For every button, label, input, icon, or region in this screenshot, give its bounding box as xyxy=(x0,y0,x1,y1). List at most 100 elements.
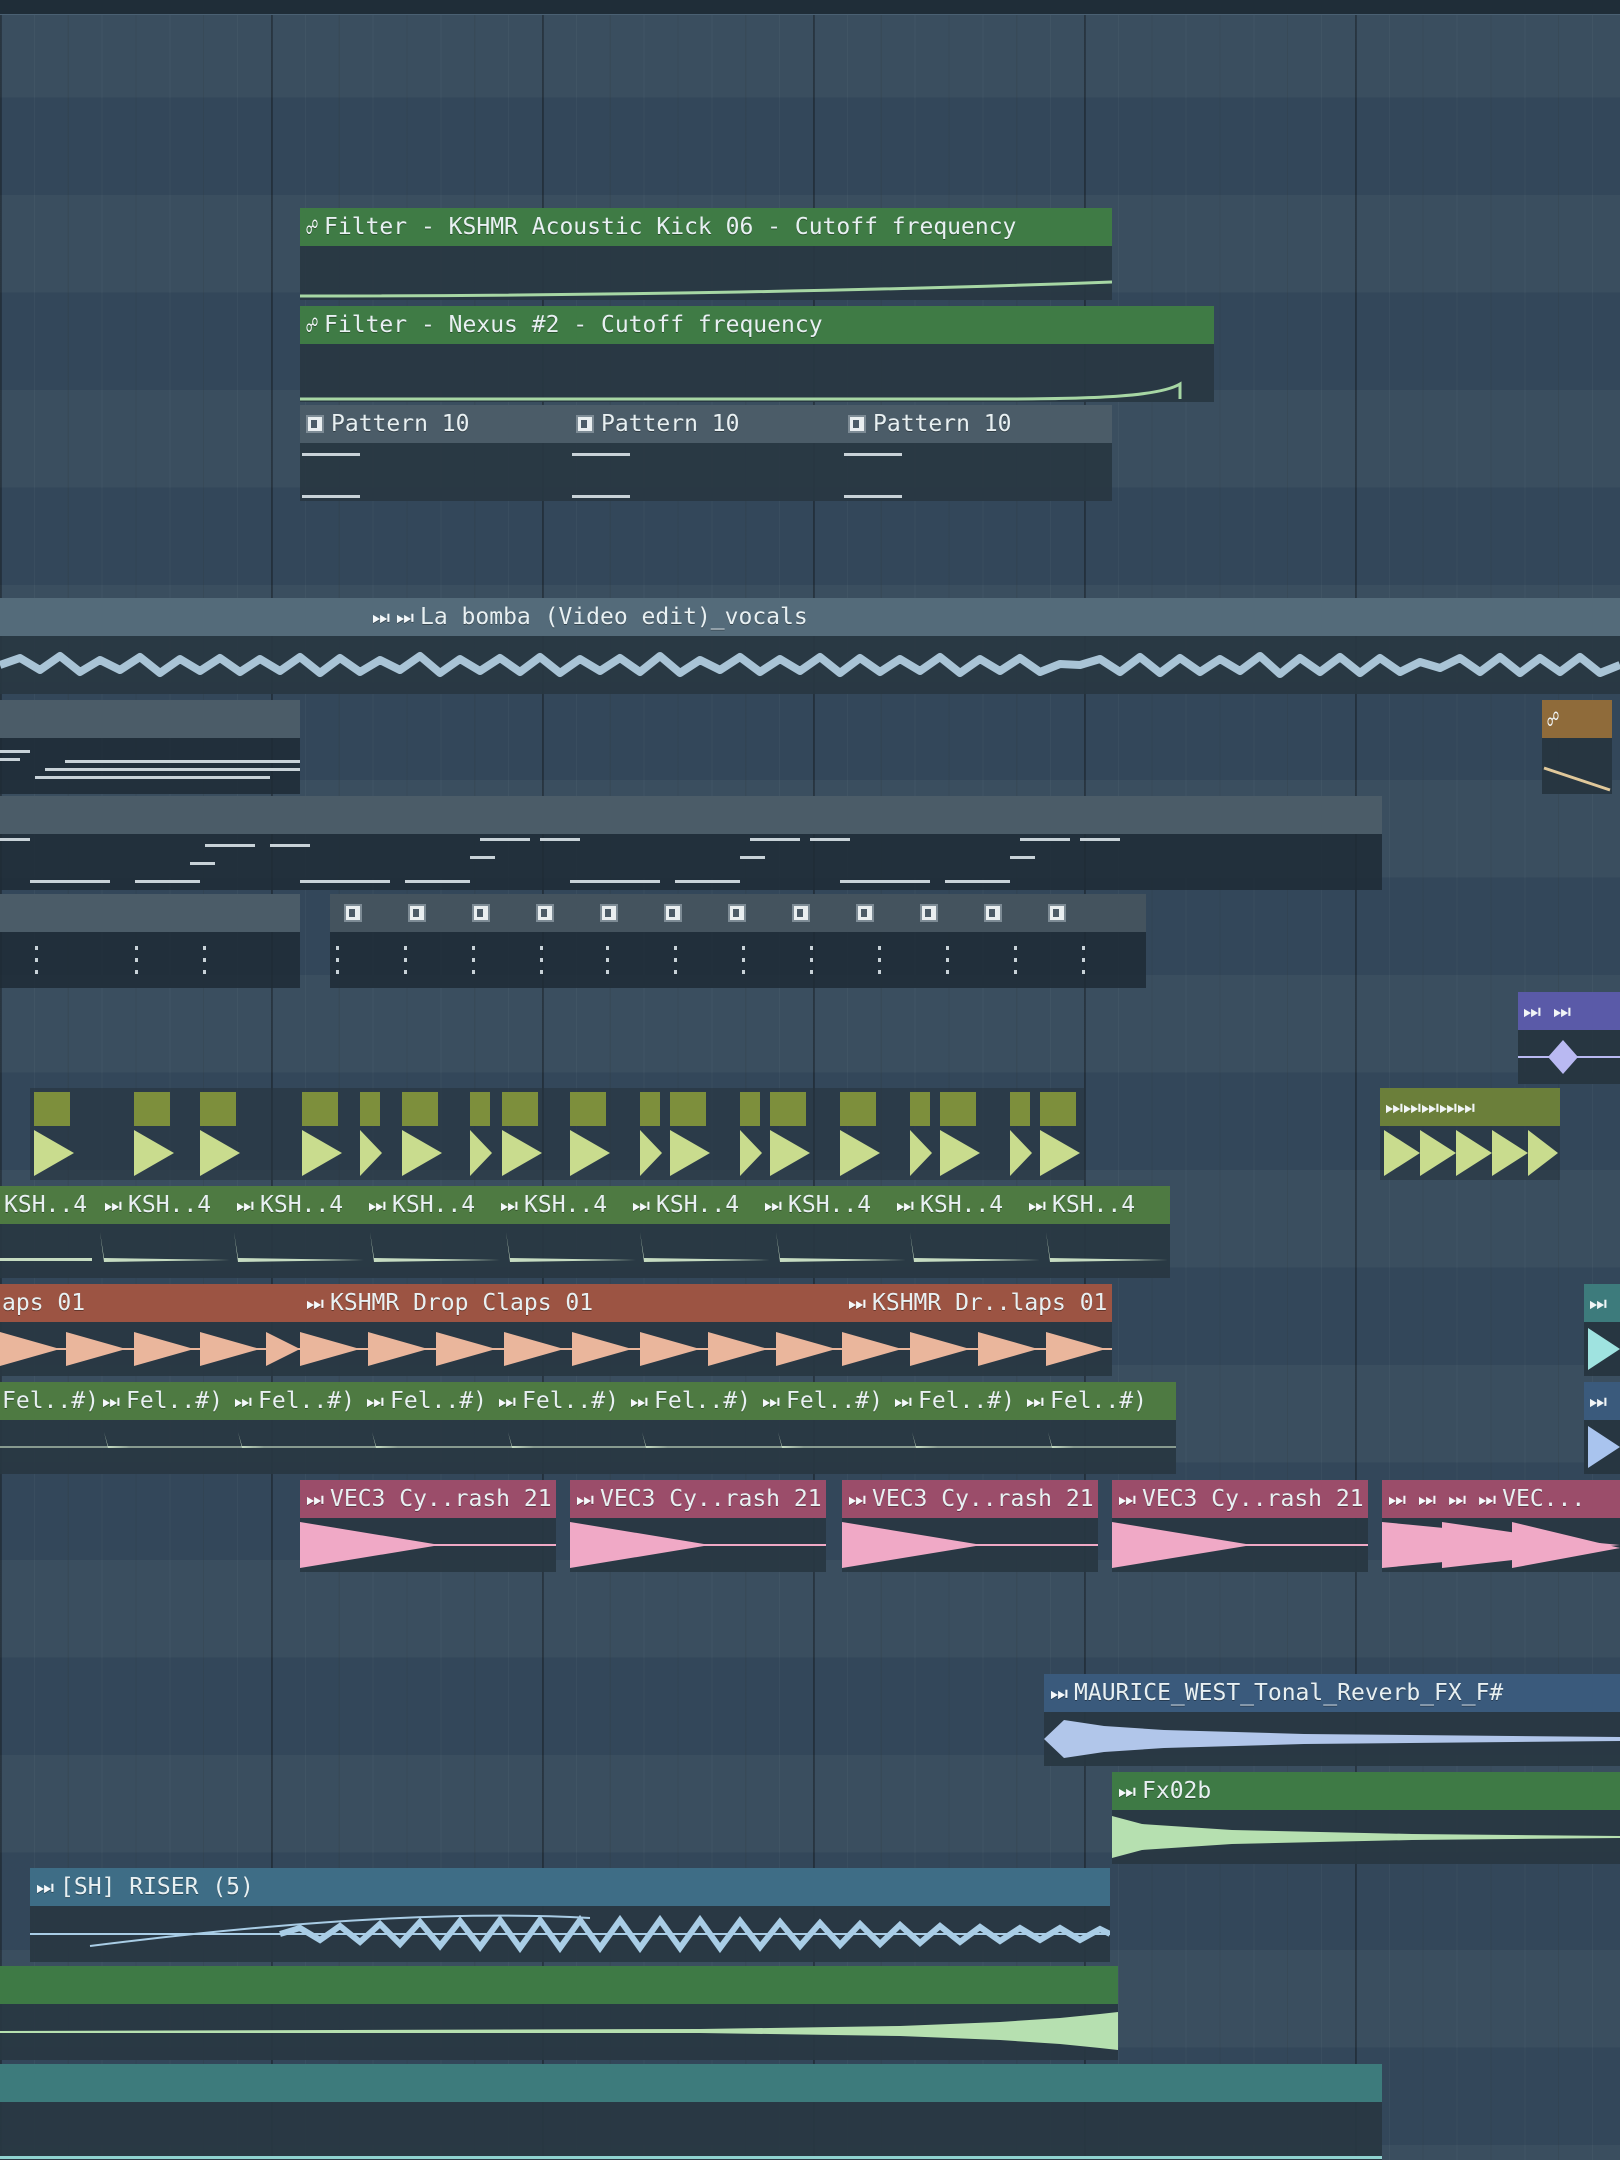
playlist-grid[interactable]: ☍ Filter - KSHMR Acoustic Kick 06 - Cutof… xyxy=(0,0,1620,2160)
audio-clip-olive-hits-right[interactable]: ⏭⏭⏭⏭⏭ xyxy=(1380,1088,1560,1180)
audio-clip-icon: ⏭ xyxy=(498,1389,516,1413)
clip-label: KSHMR Drop Claps 01 xyxy=(330,1290,594,1316)
audio-clip-vec-crash[interactable]: ⏭ VEC3 Cy..rash 21 xyxy=(300,1480,556,1572)
pattern-clip[interactable] xyxy=(0,894,300,988)
clip-header: ⏭ KSHMR Dr..laps 01 xyxy=(842,1284,1112,1322)
audio-clip-icon: ⏭ xyxy=(764,1193,782,1217)
waveform xyxy=(30,1126,1084,1180)
clip-header: ⏭ ⏭ La bomba (Video edit)_vocals xyxy=(0,598,1620,636)
automation-clip-filter-nexus[interactable]: ☍ Filter - Nexus #2 - Cutoff frequency xyxy=(300,306,1214,402)
pattern-icon xyxy=(1048,904,1066,922)
clip-label: KSH..4 xyxy=(4,1192,88,1218)
waveform xyxy=(842,1322,1112,1376)
clip-label: La bomba (Video edit)_vocals xyxy=(420,604,808,630)
clip-header: ☍ xyxy=(1542,700,1612,738)
audio-clip-icon: ⏭ xyxy=(848,1487,866,1511)
waveform xyxy=(842,1518,1098,1572)
clip-header xyxy=(30,1088,1084,1126)
timeline-top-strip xyxy=(0,0,1620,15)
clip-label: KSH..4 xyxy=(920,1192,1004,1218)
audio-clip-icon: ⏭ xyxy=(500,1193,518,1217)
audio-clip-icon: ⏭ xyxy=(396,605,414,629)
clip-header xyxy=(330,894,1146,932)
pattern-clip-10[interactable]: Pattern 10 xyxy=(300,405,570,501)
pattern-icon xyxy=(728,904,746,922)
pattern-clip[interactable] xyxy=(0,796,1382,890)
pattern-icon xyxy=(408,904,426,922)
clip-label: VEC3 Cy..rash 21 xyxy=(1142,1486,1364,1512)
audio-clip-claps-left[interactable]: aps 01 xyxy=(0,1284,300,1376)
audio-clip-icon: ⏭ xyxy=(894,1389,912,1413)
clip-header: Pattern 10 xyxy=(570,405,842,443)
pattern-notes xyxy=(0,738,300,794)
automation-curve xyxy=(300,246,1112,300)
clip-header xyxy=(0,894,300,932)
pattern-icon xyxy=(920,904,938,922)
audio-clip-claps-right[interactable]: ⏭ KSHMR Dr..laps 01 xyxy=(842,1284,1112,1376)
audio-clip-green-sweep[interactable] xyxy=(0,1966,1118,2060)
automation-clip-snippet[interactable]: ☍ xyxy=(1542,700,1612,794)
automation-clip-filter-kick[interactable]: ☍ Filter - KSHMR Acoustic Kick 06 - Cutof… xyxy=(300,208,1112,300)
audio-clip-claps-mid[interactable]: ⏭ KSHMR Drop Claps 01 xyxy=(300,1284,842,1376)
clip-label: Pattern 10 xyxy=(873,411,1012,437)
clip-label: MAURICE_WEST_Tonal_Reverb_FX_F# xyxy=(1074,1680,1504,1706)
clip-header: ⏭ VEC3 Cy..rash 21 xyxy=(570,1480,826,1518)
audio-clip-vec-crash[interactable]: ⏭ VEC3 Cy..rash 21 xyxy=(570,1480,826,1572)
audio-clip-fx02b[interactable]: ⏭ Fx02b xyxy=(1112,1772,1620,1864)
clip-label: VEC3 Cy..rash 21 xyxy=(330,1486,552,1512)
pattern-clip-10[interactable]: Pattern 10 xyxy=(842,405,1112,501)
clip-label: KSH..4 xyxy=(1052,1192,1136,1218)
pattern-notes xyxy=(0,834,1382,890)
audio-clip-vec-crash[interactable]: ⏭ VEC3 Cy..rash 21 xyxy=(1112,1480,1368,1572)
audio-clip-vocals[interactable]: ⏭ ⏭ La bomba (Video edit)_vocals xyxy=(0,598,1620,694)
audio-clip-icon: ⏭ xyxy=(1026,1389,1044,1413)
clip-header: Pattern 10 xyxy=(300,405,570,443)
audio-clip-vec-tail[interactable]: ⏭ ⏭ ⏭ ⏭ VEC... xyxy=(1382,1480,1620,1572)
audio-clip-icon: ⏭ xyxy=(630,1389,648,1413)
pattern-clip-10[interactable]: Pattern 10 xyxy=(570,405,842,501)
clip-header: ⏭ [SH] RISER (5) xyxy=(30,1868,1110,1906)
pattern-icon xyxy=(848,415,866,433)
audio-clip-ksh-row[interactable]: KSH..4 ⏭ KSH..4 ⏭ KSH..4 ⏭ KSH..4 ⏭ KSH..4 ⏭ KSH..… xyxy=(0,1186,1170,1278)
pattern-clip[interactable] xyxy=(0,700,300,794)
clip-label: Fel..#) xyxy=(786,1388,883,1414)
audio-clip-fel-row[interactable]: Fel..#) ⏭ Fel..#) ⏭ Fel..#) ⏭ Fel..#) ⏭ Fel..#) ⏭… xyxy=(0,1382,1176,1474)
audio-clip-icon: ⏭⏭⏭⏭⏭ xyxy=(1385,1095,1475,1119)
automation-icon: ☍ xyxy=(306,313,319,337)
audio-clip-icon: ⏭ xyxy=(236,1193,254,1217)
audio-clip-icon: ⏭ ⏭ ⏭ ⏭ xyxy=(1388,1487,1497,1511)
pattern-clip-row[interactable] xyxy=(330,894,1146,988)
audio-clip-teal-snippet[interactable]: ⏭ xyxy=(1584,1284,1620,1376)
clip-header xyxy=(0,2064,1382,2102)
audio-clip-riser[interactable]: ⏭ [SH] RISER (5) xyxy=(30,1868,1110,1962)
automation-curve xyxy=(1542,738,1612,794)
clip-header: ⏭ xyxy=(1584,1284,1620,1322)
audio-clip-purple[interactable]: ⏭ ⏭ xyxy=(1518,992,1620,1084)
clip-label: KSH..4 xyxy=(260,1192,344,1218)
pattern-notes xyxy=(0,932,300,988)
clip-label: Fel..#) xyxy=(390,1388,487,1414)
audio-clip-maurice-west[interactable]: ⏭ MAURICE_WEST_Tonal_Reverb_FX_F# xyxy=(1044,1674,1620,1766)
automation-curve xyxy=(300,344,1214,402)
clip-header: Fel..#) ⏭ Fel..#) ⏭ Fel..#) ⏭ Fel..#) ⏭ Fel..#) ⏭… xyxy=(0,1382,1176,1420)
audio-clip-navy-snippet[interactable]: ⏭ xyxy=(1584,1382,1620,1474)
waveform xyxy=(0,2102,1382,2160)
audio-clip-olive-hits[interactable] xyxy=(30,1088,1084,1180)
audio-clip-icon: ⏭ ⏭ xyxy=(1523,999,1572,1023)
clip-label: Fel..#) xyxy=(522,1388,619,1414)
audio-clip-icon: ⏭ xyxy=(1589,1389,1607,1413)
waveform xyxy=(1044,1712,1620,1766)
clip-label: Fel..#) xyxy=(126,1388,223,1414)
audio-clip-icon: ⏭ xyxy=(848,1291,866,1315)
clip-label: VEC... xyxy=(1502,1486,1586,1512)
waveform xyxy=(1518,1030,1620,1084)
audio-clip-icon: ⏭ xyxy=(36,1875,54,1899)
automation-icon: ☍ xyxy=(306,215,319,239)
clip-label: VEC3 Cy..rash 21 xyxy=(872,1486,1094,1512)
audio-clip-vec-crash[interactable]: ⏭ VEC3 Cy..rash 21 xyxy=(842,1480,1098,1572)
clip-header: ⏭ Fx02b xyxy=(1112,1772,1620,1810)
audio-clip-teal-long[interactable] xyxy=(0,2064,1382,2160)
audio-clip-icon: ⏭ xyxy=(1118,1487,1136,1511)
audio-clip-icon: ⏭ xyxy=(762,1389,780,1413)
waveform xyxy=(1584,1420,1620,1474)
